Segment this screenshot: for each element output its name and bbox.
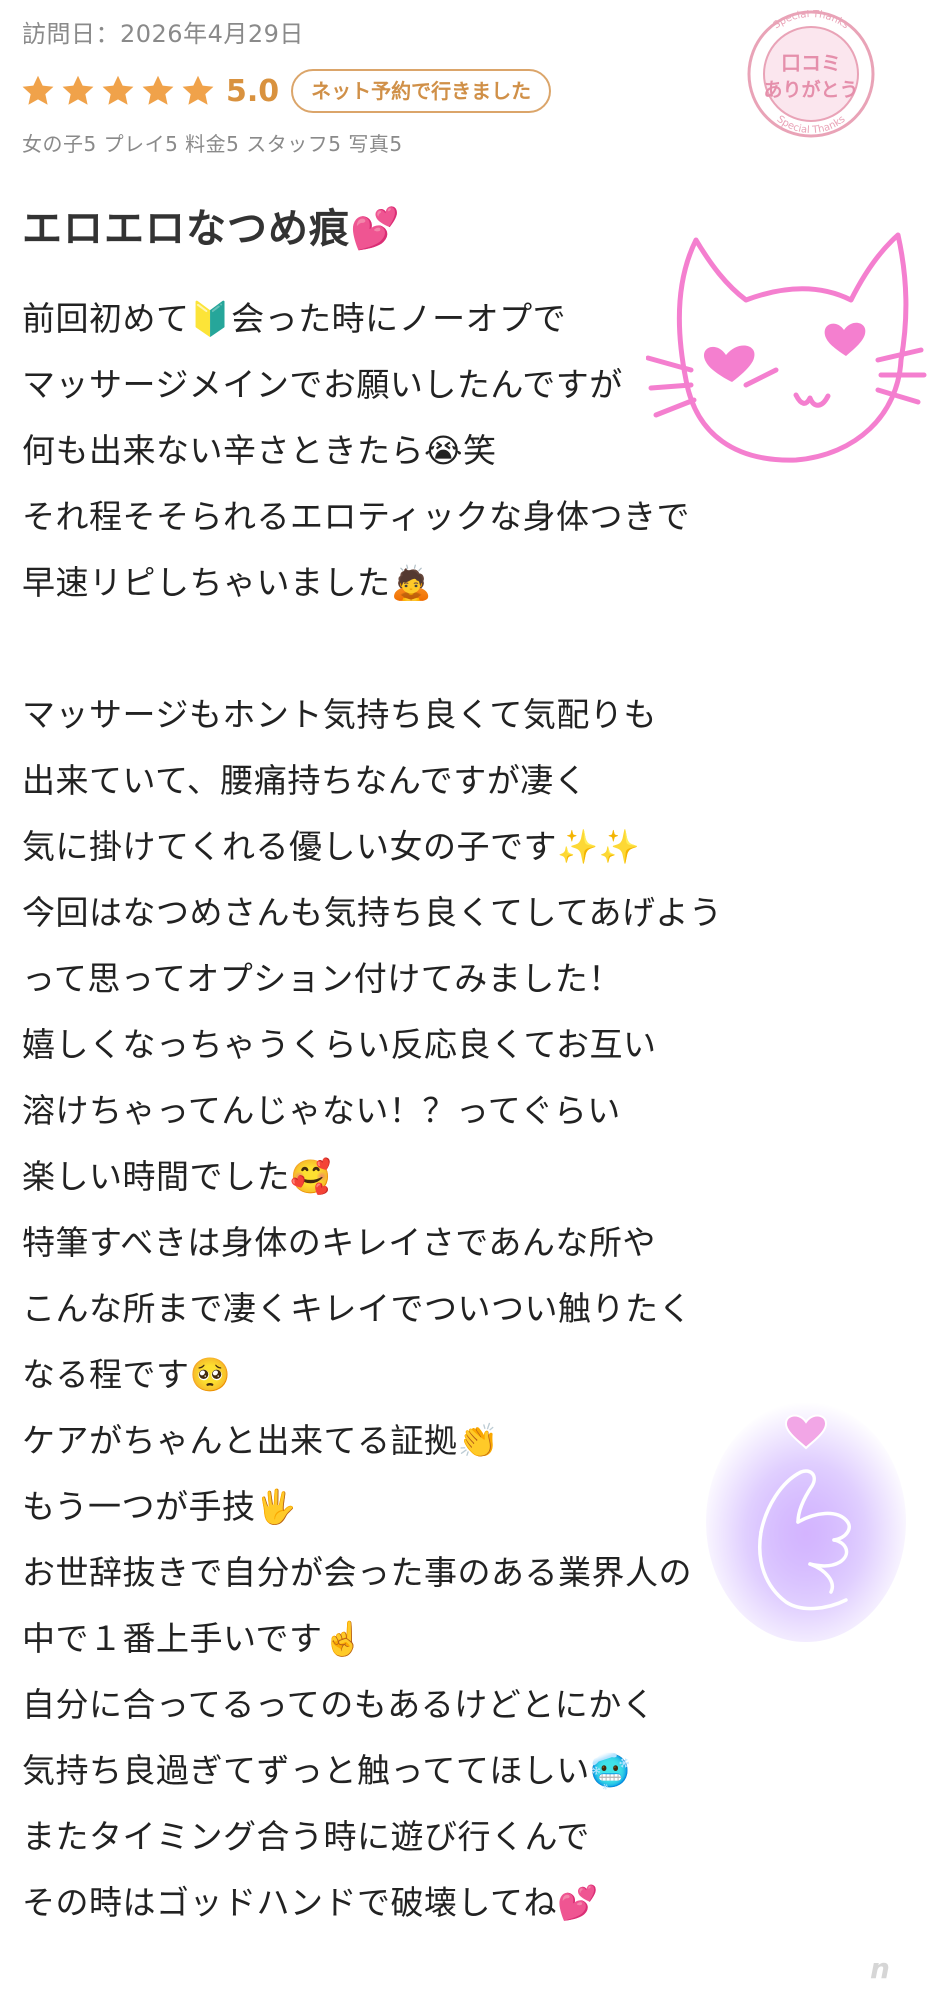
watermark-logo: n	[870, 1952, 890, 1985]
rating-row: 5.0 ネット予約で行きました	[20, 66, 552, 116]
booking-method-badge: ネット予約で行きました	[291, 69, 552, 113]
review-page: 訪問日：2026年4月29日 5.0 ネット予約で行きました 女の子5 プレイ5…	[0, 0, 940, 2000]
visit-date: 訪問日：2026年4月29日	[22, 20, 304, 48]
review-line-blank	[22, 616, 902, 682]
review-line: またタイミング合う時に遊び行くんで	[22, 1817, 590, 1856]
review-line: 特筆すべきは身体のキレイさであんな所や	[22, 1223, 656, 1262]
stamp-text-line-1: 口コミ	[781, 51, 841, 75]
review-title: エロエロなつめ痕💕	[22, 206, 401, 252]
review-line: 何も出来ない辛さときたら😭笑	[22, 431, 497, 470]
review-line: 早速リピしちゃいました🙇	[22, 563, 433, 602]
review-line: 気に掛けてくれる優しい女の子です✨✨	[22, 827, 641, 866]
review-line: 楽しい時間でした🥰	[22, 1157, 332, 1196]
review-line: 出来ていて、腰痛持ちなんですが凄く	[22, 761, 588, 800]
rating-score: 5.0	[226, 73, 280, 109]
review-line: 溶けちゃってんじゃない！？ってぐらい	[22, 1091, 621, 1130]
review-line: マッサージメインでお願いしたんですが	[22, 365, 623, 404]
review-line: マッサージもホント気持ち良くて気配りも	[22, 695, 657, 734]
finger-heart-icon	[706, 1402, 906, 1642]
star-icon	[22, 75, 54, 105]
review-line: その時はゴッドハンドで破壊してね💕	[22, 1883, 599, 1922]
review-body: 前回初めて🔰会った時にノーオプで マッサージメインでお願いしたんですが 何も出来…	[22, 286, 902, 1936]
review-line: 気持ち良過ぎてずっと触っててほしい🥶	[22, 1751, 632, 1790]
review-line: 自分に合ってるってのもあるけどとにかく	[22, 1685, 656, 1724]
star-rating	[20, 73, 220, 109]
review-line: 今回はなつめさんも気持ち良くてしてあげよう	[22, 893, 723, 932]
star-icon	[182, 75, 214, 105]
review-line: 前回初めて🔰会った時にノーオプで	[22, 299, 567, 338]
review-line: 嬉しくなっちゃうくらい反応良くてお互い	[22, 1025, 657, 1064]
stamp-text-line-2: ありがとう	[763, 78, 858, 101]
star-icon	[142, 75, 174, 105]
review-line: こんな所まで凄くキレイでついつい触りたく	[22, 1289, 692, 1328]
review-line: それ程そそられるエロティックな身体つきで	[22, 497, 691, 536]
star-icon	[62, 75, 94, 105]
review-line: って思ってオプション付けてみました！	[22, 959, 622, 998]
thanks-stamp: Special Thanks Special Thanks 口コミ ありがとう	[747, 10, 875, 138]
star-icon	[102, 75, 134, 105]
category-scores: 女の子5 プレイ5 料金5 スタッフ5 写真5	[22, 132, 403, 156]
